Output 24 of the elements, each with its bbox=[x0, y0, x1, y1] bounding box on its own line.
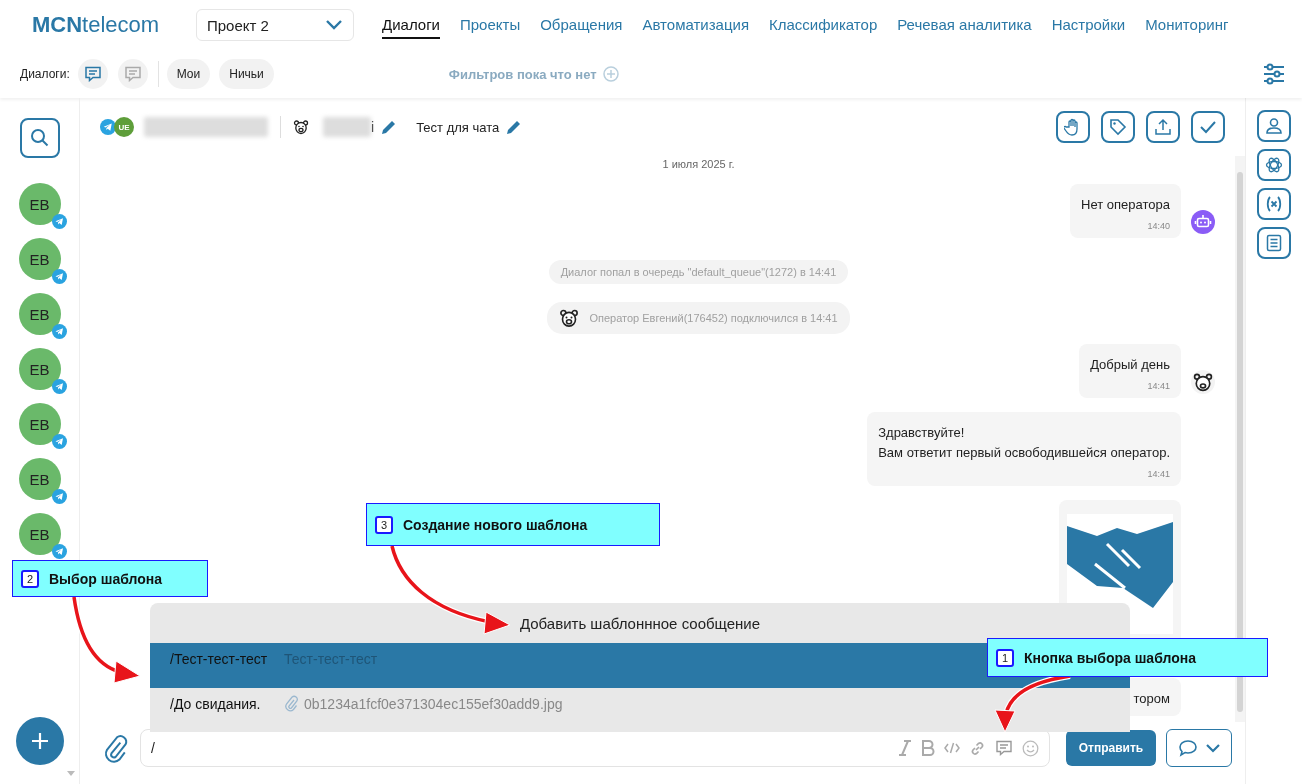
annotation-text: Создание нового шаблона bbox=[403, 516, 588, 533]
system-text: Диалог попал в очередь "default_queue"(1272) в 14:41 bbox=[560, 266, 837, 278]
template-preview: 0b1234a1fcf0e371304ec155ef30add9.jpg bbox=[304, 695, 563, 714]
annotation-text: Выбор шаблона bbox=[49, 570, 162, 587]
message-text: Добрый день bbox=[1090, 356, 1170, 374]
step-number: 1 bbox=[996, 648, 1014, 667]
template-name: /Тест-тест-тест bbox=[170, 650, 269, 669]
message-text: тором bbox=[1133, 690, 1170, 708]
step-number: 3 bbox=[375, 515, 393, 534]
message-time: 14:40 bbox=[1146, 221, 1170, 231]
filters-empty-text: Фильтров пока что нет bbox=[448, 66, 597, 82]
date-separator: 1 июля 2025 г. bbox=[662, 158, 735, 170]
message-text: Нет оператора bbox=[1081, 196, 1170, 214]
template-name: /До свидания. bbox=[170, 695, 262, 714]
system-text: Оператор Евгений(176452) подключился в 14:41 bbox=[589, 312, 838, 324]
message-time: 14:41 bbox=[1146, 469, 1170, 479]
logo: MCNtelecom bbox=[32, 12, 161, 38]
operator-name: i bbox=[371, 119, 375, 135]
chat-title: Тест для чата bbox=[416, 119, 500, 135]
message-time: 14:41 bbox=[1146, 381, 1170, 391]
message-text: Здравствуйте! Вам ответит первый освободившейся оператор. bbox=[878, 424, 1170, 462]
client-badge: UE bbox=[114, 117, 134, 137]
step-number: 2 bbox=[21, 569, 39, 588]
dialogs-label: Диалоги: bbox=[20, 67, 70, 81]
